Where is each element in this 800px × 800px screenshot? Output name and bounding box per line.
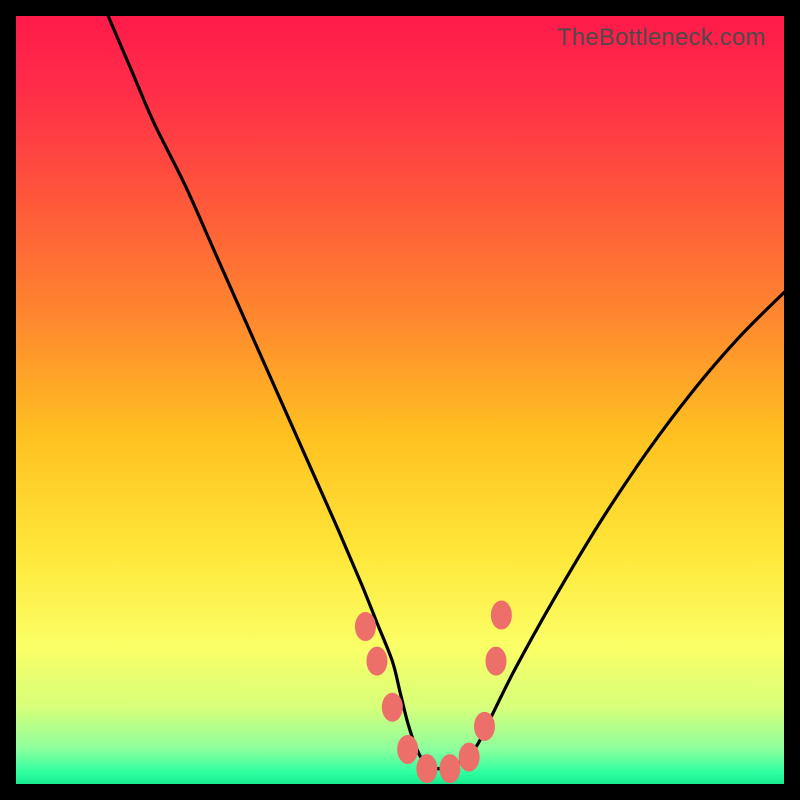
chart-frame: TheBottleneck.com: [16, 16, 784, 784]
bottleneck-plot: [16, 16, 784, 784]
curve-marker: [440, 755, 460, 783]
curve-marker: [474, 712, 494, 740]
curve-marker: [398, 735, 418, 763]
curve-marker: [417, 755, 437, 783]
curve-marker: [459, 743, 479, 771]
curve-marker: [491, 601, 511, 629]
watermark-text: TheBottleneck.com: [557, 24, 766, 52]
curve-marker: [355, 613, 375, 641]
curve-marker: [367, 647, 387, 675]
gradient-background: [16, 16, 784, 784]
curve-marker: [486, 647, 506, 675]
curve-marker: [382, 693, 402, 721]
